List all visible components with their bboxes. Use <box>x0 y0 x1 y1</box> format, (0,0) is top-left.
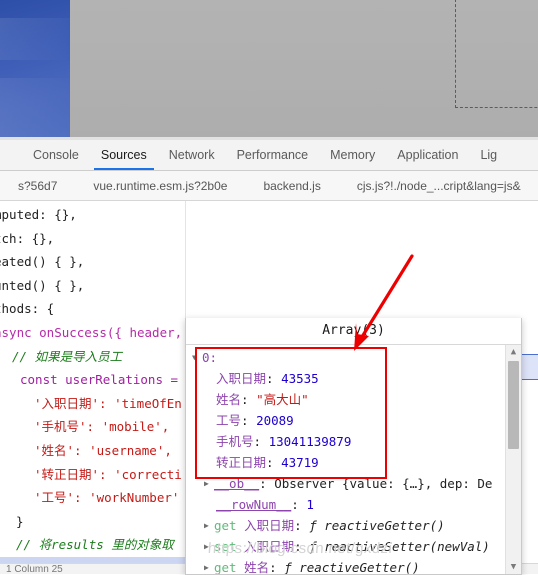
accessor-kind: get <box>214 518 237 533</box>
property-row: 手机号: 13041139879 <box>186 431 521 452</box>
tab-performance[interactable]: Performance <box>226 140 320 170</box>
tab-sources[interactable]: Sources <box>90 140 158 170</box>
file-tab-0[interactable]: s?56d7 <box>0 171 75 200</box>
code-text: '姓名': 'username', <box>34 442 172 458</box>
tab-memory[interactable]: Memory <box>319 140 386 170</box>
property-value: 20089 <box>256 413 294 428</box>
property-key: 入职日期 <box>216 371 267 386</box>
popover-title: Array(3) <box>186 318 521 345</box>
code-text: '转正日期': 'correcti <box>34 466 182 482</box>
property-row: 工号: 20089 <box>186 410 521 431</box>
tab-console[interactable]: Console <box>22 140 90 170</box>
source-file-tabbar: s?56d7 vue.runtime.esm.js?2b0e backend.j… <box>0 171 538 201</box>
code-text: unted() { }, <box>0 277 85 293</box>
chevron-right-icon[interactable]: ▶ <box>204 557 214 574</box>
code-line: unted() { }, <box>0 274 280 298</box>
chevron-right-icon[interactable]: ▶ <box>204 536 214 557</box>
property-key: 转正日期 <box>216 455 267 470</box>
observer-row[interactable]: ▶ __ob__: Observer {value: {…}, dep: De <box>186 473 521 494</box>
property-value: 43535 <box>281 371 319 386</box>
rownum-value: 1 <box>306 497 314 512</box>
rownum-key: __rowNum__ <box>216 497 292 512</box>
property-value: 13041139879 <box>268 434 352 449</box>
property-row: 转正日期: 43719 <box>186 452 521 473</box>
code-text: mputed: {}, <box>0 207 77 222</box>
chevron-down-icon[interactable]: ▼ <box>192 347 202 368</box>
accessor-kind: set <box>214 539 237 554</box>
code-text: tch: {}, <box>0 230 55 246</box>
code-text: '手机号': 'mobile', <box>34 419 170 435</box>
code-text: '工号': 'workNumber' <box>34 490 180 506</box>
accessor-fn: ƒ reactiveGetter() <box>284 560 420 574</box>
scroll-down-arrow-icon[interactable]: ▼ <box>506 560 521 574</box>
selection-marquee <box>455 0 538 108</box>
object-inspector-popover[interactable]: Array(3) ▼ 0: 入职日期: 43535 姓名: "高大山" 工号: 2… <box>185 318 522 575</box>
file-tab-cjs[interactable]: cjs.js?!./node_...cript&lang=js& <box>339 171 538 200</box>
blurred-desktop-backdrop <box>0 0 538 140</box>
property-row: 入职日期: 43535 <box>186 368 521 389</box>
code-line: tch: {}, <box>0 227 280 251</box>
property-colon: : <box>241 392 257 407</box>
accessor-kind: get <box>214 560 237 574</box>
array-index-row[interactable]: ▼ 0: <box>186 347 521 368</box>
accessor-row[interactable]: ▶ get 姓名: ƒ reactiveGetter() <box>186 557 521 574</box>
accessor-fn: ƒ reactiveGetter() <box>309 518 445 533</box>
property-key: 手机号 <box>216 434 254 449</box>
code-text: } <box>16 513 24 529</box>
accessor-key: 入职日期 <box>244 518 295 533</box>
property-colon: : <box>266 371 282 386</box>
rownum-colon: : <box>291 497 307 512</box>
chevron-right-icon[interactable]: ▶ <box>204 515 214 536</box>
accessor-fn: ƒ reactiveSetter(newVal) <box>309 539 490 554</box>
chevron-right-icon[interactable]: ▶ <box>204 473 214 494</box>
property-colon: : <box>253 434 269 449</box>
scrollbar-thumb[interactable] <box>508 361 519 449</box>
accessor-key: 入职日期 <box>244 539 295 554</box>
accessor-colon: : <box>294 518 310 533</box>
code-text: // 将results 里的对象取 <box>16 537 174 553</box>
file-tab-vue-runtime[interactable]: vue.runtime.esm.js?2b0e <box>75 171 245 200</box>
code-text: '入职日期': 'timeOfEn <box>34 395 182 411</box>
accessor-colon: : <box>294 539 310 554</box>
property-row: 姓名: "高大山" <box>186 389 521 410</box>
code-text: // 如果是导入员工 <box>12 348 123 364</box>
accessor-row[interactable]: ▶ get 入职日期: ƒ reactiveGetter() <box>186 515 521 536</box>
code-line: eated() { }, <box>0 250 280 274</box>
property-key: 姓名 <box>216 392 242 407</box>
accessor-colon: : <box>269 560 285 574</box>
property-colon: : <box>266 455 282 470</box>
devtools-tabbar: Console Sources Network Performance Memo… <box>0 140 538 171</box>
code-text: thods: { <box>0 301 55 317</box>
property-key: 工号 <box>216 413 242 428</box>
accessor-row[interactable]: ▶ set 入职日期: ƒ reactiveSetter(newVal) <box>186 536 521 557</box>
accessor-key: 姓名 <box>244 560 270 574</box>
observer-colon: : <box>259 476 275 491</box>
observer-value: Observer {value: {…}, dep: De <box>274 476 493 491</box>
popover-body[interactable]: ▼ 0: 入职日期: 43535 姓名: "高大山" 工号: 20089 手机号:… <box>186 345 521 574</box>
popover-scrollbar[interactable]: ▲ ▼ <box>505 345 521 574</box>
tab-lighthouse[interactable]: Lig <box>469 140 508 170</box>
property-value: "高大山" <box>256 392 309 407</box>
rownum-row: __rowNum__: 1 <box>186 494 521 515</box>
code-line: mputed: {}, <box>0 203 280 227</box>
desktop-wallpaper-blue <box>0 0 70 140</box>
scroll-up-arrow-icon[interactable]: ▲ <box>506 345 521 359</box>
tab-application[interactable]: Application <box>386 140 469 170</box>
file-tab-backend[interactable]: backend.js <box>245 171 338 200</box>
property-colon: : <box>241 413 257 428</box>
code-text: eated() { }, <box>0 254 85 270</box>
observer-key: __ob__ <box>214 476 260 491</box>
code-text: const userRelations = { <box>20 372 194 388</box>
property-value: 43719 <box>281 455 319 470</box>
tab-network[interactable]: Network <box>158 140 226 170</box>
array-index-label: 0: <box>202 350 218 365</box>
